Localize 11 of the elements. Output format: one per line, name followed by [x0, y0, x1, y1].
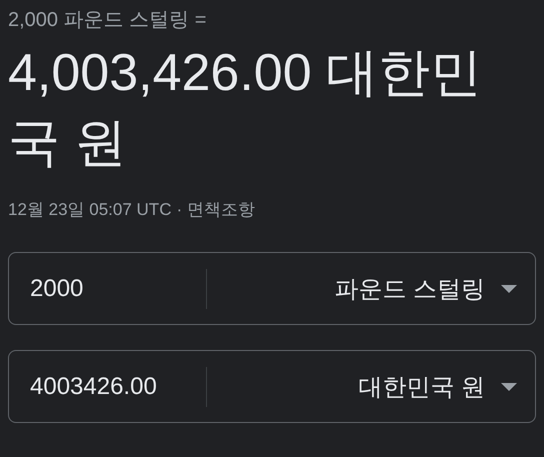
- dropdown-caret-icon: [501, 284, 517, 292]
- amount-field[interactable]: 4003426.00: [30, 372, 206, 400]
- separator: ·: [176, 200, 182, 220]
- currency-select[interactable]: 대한민국 원: [207, 351, 535, 422]
- disclaimer-link[interactable]: 면책조항: [187, 198, 256, 221]
- conversion-source: 2,000 파운드 스털링 =: [8, 8, 206, 33]
- dropdown-caret-icon: [501, 382, 517, 390]
- timestamp: 12월 23일 05:07 UTC: [8, 199, 172, 221]
- amount-field[interactable]: 2000: [30, 274, 206, 302]
- currency-select[interactable]: 파운드 스털링: [207, 253, 535, 324]
- conversion-result: 4,003,426.00 대한민국 원: [8, 43, 484, 174]
